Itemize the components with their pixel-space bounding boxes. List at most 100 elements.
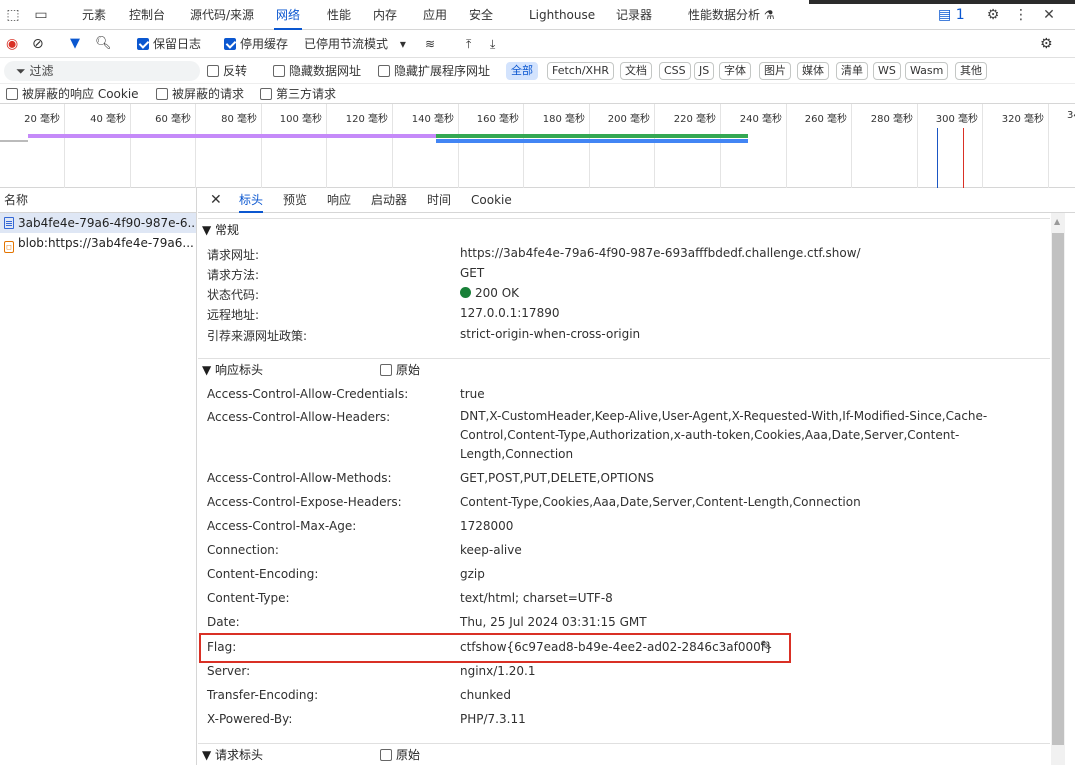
disable-cache-label: 停用缓存 (240, 37, 289, 51)
timeline-tick-label: 240 毫秒 (739, 114, 782, 125)
throttling-label: 已停用节流模式 (304, 37, 389, 51)
raw-toggle[interactable]: 原始 (380, 359, 420, 381)
raw-toggle[interactable]: 原始 (380, 744, 420, 766)
timeline-gridline (261, 104, 262, 188)
filter-placeholder: 过滤 (29, 64, 54, 78)
filter-input[interactable]: ⏷ 过滤 (4, 61, 200, 81)
general-section-header[interactable]: ▼ 常规 (198, 218, 1050, 240)
header-key: Content-Encoding: (207, 567, 319, 581)
issues-icon[interactable]: ▤ 1 (938, 6, 965, 24)
record-icon[interactable]: ◉ (6, 35, 18, 53)
status-ok-icon (460, 287, 471, 298)
export-har-icon[interactable]: ⤓ (490, 35, 495, 53)
type-filter-manifest[interactable]: 清单 (836, 62, 868, 80)
import-har-icon[interactable]: ⤒ (466, 35, 471, 53)
tab-initiator[interactable]: 启动器 (371, 188, 407, 213)
blocked-cookies-checkbox[interactable]: 被屏蔽的响应 Cookie (6, 86, 139, 102)
tab-sources[interactable]: 源代码/来源 (188, 0, 256, 30)
name-column-header[interactable]: 名称 (0, 188, 196, 213)
tab-preview[interactable]: 预览 (283, 188, 307, 213)
tab-application[interactable]: 应用 (421, 0, 449, 30)
hide-data-urls-label: 隐藏数据网址 (289, 64, 362, 78)
header-value: https://3ab4fe4e-79a6-4f90-987e-693afffb… (460, 246, 861, 260)
blocked-requests-label: 被屏蔽的请求 (172, 87, 245, 101)
blocked-requests-checkbox[interactable]: 被屏蔽的请求 (156, 86, 244, 102)
blocked-options-bar: 被屏蔽的响应 Cookie 被屏蔽的请求 第三方请求 (0, 84, 1075, 104)
search-icon[interactable]: 🔍︎ (95, 35, 112, 53)
throttling-select[interactable]: 已停用节流模式 ▾ (304, 35, 406, 53)
header-key: Date: (207, 615, 240, 629)
status-code-text: 200 OK (475, 286, 520, 300)
flag-header-value[interactable]: ctfshow{6c97ead8-b49e-4ee2-ad02-2846c3af… (460, 640, 773, 654)
type-filter-media[interactable]: 媒体 (797, 62, 829, 80)
type-filter-ws[interactable]: WS (873, 62, 901, 80)
request-row[interactable]: 3ab4fe4e-79a6-4f90-987e-6... (0, 213, 196, 233)
tab-memory[interactable]: 内存 (371, 0, 399, 30)
timeline-gridline (851, 104, 852, 188)
tab-security[interactable]: 安全 (467, 0, 495, 30)
clear-icon[interactable]: ⊘ (32, 35, 44, 53)
filter-icon[interactable]: ▼ (70, 35, 80, 53)
hide-data-urls-checkbox[interactable]: 隐藏数据网址 (273, 62, 361, 80)
tab-performance[interactable]: 性能 (325, 0, 353, 30)
header-value: 1728000 (460, 519, 514, 533)
type-filter-fetch-xhr[interactable]: Fetch/XHR (547, 62, 614, 80)
request-row[interactable]: ◻ blob:https://3ab4fe4e-79a6... (0, 233, 196, 253)
header-key: X-Powered-By: (207, 712, 293, 726)
third-party-checkbox[interactable]: 第三方请求 (260, 86, 336, 102)
checkbox-checked-icon (224, 38, 236, 50)
timeline-gridline (523, 104, 524, 188)
type-filter-js[interactable]: JS (694, 62, 715, 80)
settings-icon[interactable]: ⚙ (984, 6, 1002, 24)
raw-label: 原始 (396, 363, 421, 377)
timeline-tick-label: 80 毫秒 (221, 114, 257, 125)
network-settings-icon[interactable]: ⚙ (1040, 35, 1053, 53)
flag-header-key: Flag: (207, 640, 237, 654)
hide-extension-urls-checkbox[interactable]: 隐藏扩展程序网址 (378, 62, 490, 80)
tab-console[interactable]: 控制台 (127, 0, 167, 30)
type-filter-img[interactable]: 图片 (759, 62, 791, 80)
tab-cookies[interactable]: Cookie (471, 188, 512, 213)
preserve-log-checkbox[interactable]: 保留日志 (137, 35, 201, 53)
tab-headers[interactable]: 标头 (239, 188, 264, 213)
edit-pencil-icon[interactable]: ✎ (760, 639, 771, 654)
response-headers-section-header[interactable]: ▼ 响应标头 原始 (198, 358, 1050, 380)
timeline-overview[interactable]: 20 毫秒 40 毫秒 60 毫秒 80 毫秒 100 毫秒 120 毫秒 140 毫秒 16… (0, 104, 1075, 188)
timeline-tick-label: 20 毫秒 (24, 114, 60, 125)
device-toolbar-icon[interactable]: ▭ (32, 6, 50, 24)
type-filter-css[interactable]: CSS (659, 62, 691, 80)
header-key: Access-Control-Allow-Headers: (207, 410, 391, 424)
tab-lighthouse[interactable]: Lighthouse (527, 0, 597, 30)
network-conditions-icon[interactable]: ≋ (425, 35, 435, 53)
scrollbar-thumb[interactable] (1052, 233, 1064, 745)
dom-content-loaded-marker (937, 128, 938, 188)
tab-network[interactable]: 网络 (274, 0, 303, 30)
request-list: 名称 3ab4fe4e-79a6-4f90-987e-6... ◻ blob:ht… (0, 188, 197, 765)
type-filter-doc[interactable]: 文档 (620, 62, 652, 80)
invert-checkbox[interactable]: 反转 (207, 62, 247, 80)
preserve-log-label: 保留日志 (153, 37, 202, 51)
checkbox-unchecked-icon (273, 65, 285, 77)
type-filter-font[interactable]: 字体 (719, 62, 751, 80)
tab-recorder[interactable]: 记录器 (614, 0, 654, 30)
details-tab-bar: ✕ 标头 预览 响应 启动器 时间 Cookie (198, 188, 1075, 213)
disable-cache-checkbox[interactable]: 停用缓存 (224, 35, 288, 53)
tab-elements[interactable]: 元素 (80, 0, 108, 30)
tab-response[interactable]: 响应 (327, 188, 351, 213)
type-filter-wasm[interactable]: Wasm (905, 62, 949, 80)
type-filter-other[interactable]: 其他 (955, 62, 987, 80)
details-scrollbar[interactable]: ▲ (1051, 213, 1065, 765)
timeline-bar-waiting (28, 134, 436, 138)
more-options-icon[interactable]: ⋮ (1012, 6, 1030, 24)
checkbox-checked-icon (137, 38, 149, 50)
close-details-icon[interactable]: ✕ (210, 188, 222, 213)
close-icon[interactable]: ✕ (1040, 6, 1058, 24)
status-code-value: 200 OK (460, 286, 519, 300)
scroll-up-arrow-icon[interactable]: ▲ (1054, 217, 1060, 226)
tab-performance-insights[interactable]: 性能数据分析 ⚗ (686, 0, 777, 30)
inspect-element-icon[interactable]: ⬚ (4, 6, 22, 24)
tab-timing[interactable]: 时间 (427, 188, 451, 213)
header-value: keep-alive (460, 543, 522, 557)
type-filter-all[interactable]: 全部 (506, 62, 538, 80)
request-headers-section-header[interactable]: ▼ 请求标头 原始 (198, 743, 1050, 765)
